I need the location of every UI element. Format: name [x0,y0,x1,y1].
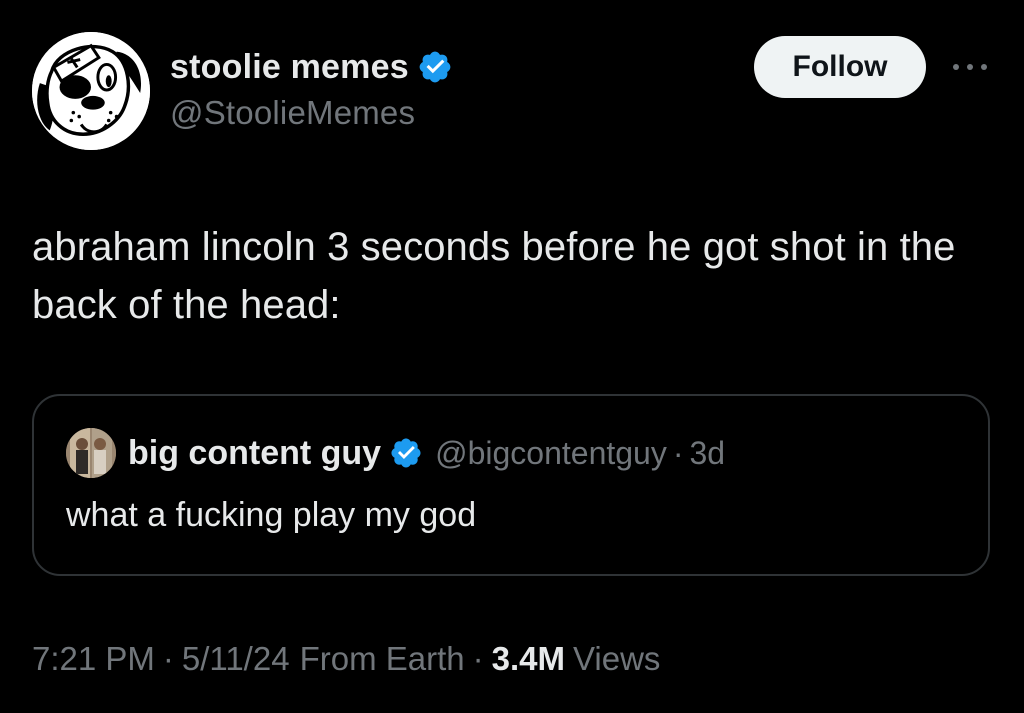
author-avatar[interactable] [32,32,150,150]
more-options-button[interactable] [948,52,992,82]
tweet-source: From Earth [299,640,465,677]
quoted-tweet-text: what a fucking play my god [66,496,477,534]
views-count: 3.4M [491,640,565,677]
more-options-icon [953,64,987,70]
tweet-text: abraham lincoln 3 seconds before he got … [32,225,956,327]
meta-separator: · [472,640,484,677]
quoted-author-handle[interactable]: @bigcontentguy [435,435,667,472]
quoted-author-display-name[interactable]: big content guy [128,434,381,473]
verified-badge-icon[interactable] [417,49,453,85]
tweet-meta: 7:21 PM · 5/11/24 From Earth · 3.4M View… [32,640,660,678]
quoted-tweet-header: big content guy @bigcontentguy · 3d [66,428,725,478]
tweet-header: stoolie memes @StoolieMemes Follow [32,28,994,150]
quoted-separator: · [672,434,684,471]
author-info: stoolie memes @StoolieMemes [170,46,453,132]
quoted-tweet-card[interactable]: big content guy @bigcontentguy · 3d what… [32,394,990,576]
author-handle[interactable]: @StoolieMemes [170,94,453,132]
author-display-name[interactable]: stoolie memes [170,48,409,87]
cartoon-dog-avatar [32,32,150,150]
quoted-author-avatar[interactable] [66,428,116,478]
follow-button[interactable]: Follow [754,36,926,98]
verified-badge-icon [389,436,423,470]
quoted-avatar-photo [66,428,116,478]
meta-separator: · [162,640,174,677]
tweet-time[interactable]: 7:21 PM [32,640,155,678]
quoted-timestamp[interactable]: 3d [690,435,726,472]
tweet-date[interactable]: 5/11/24 [182,640,290,678]
author-name-row: stoolie memes [170,46,453,88]
views-label: Views [572,640,661,677]
